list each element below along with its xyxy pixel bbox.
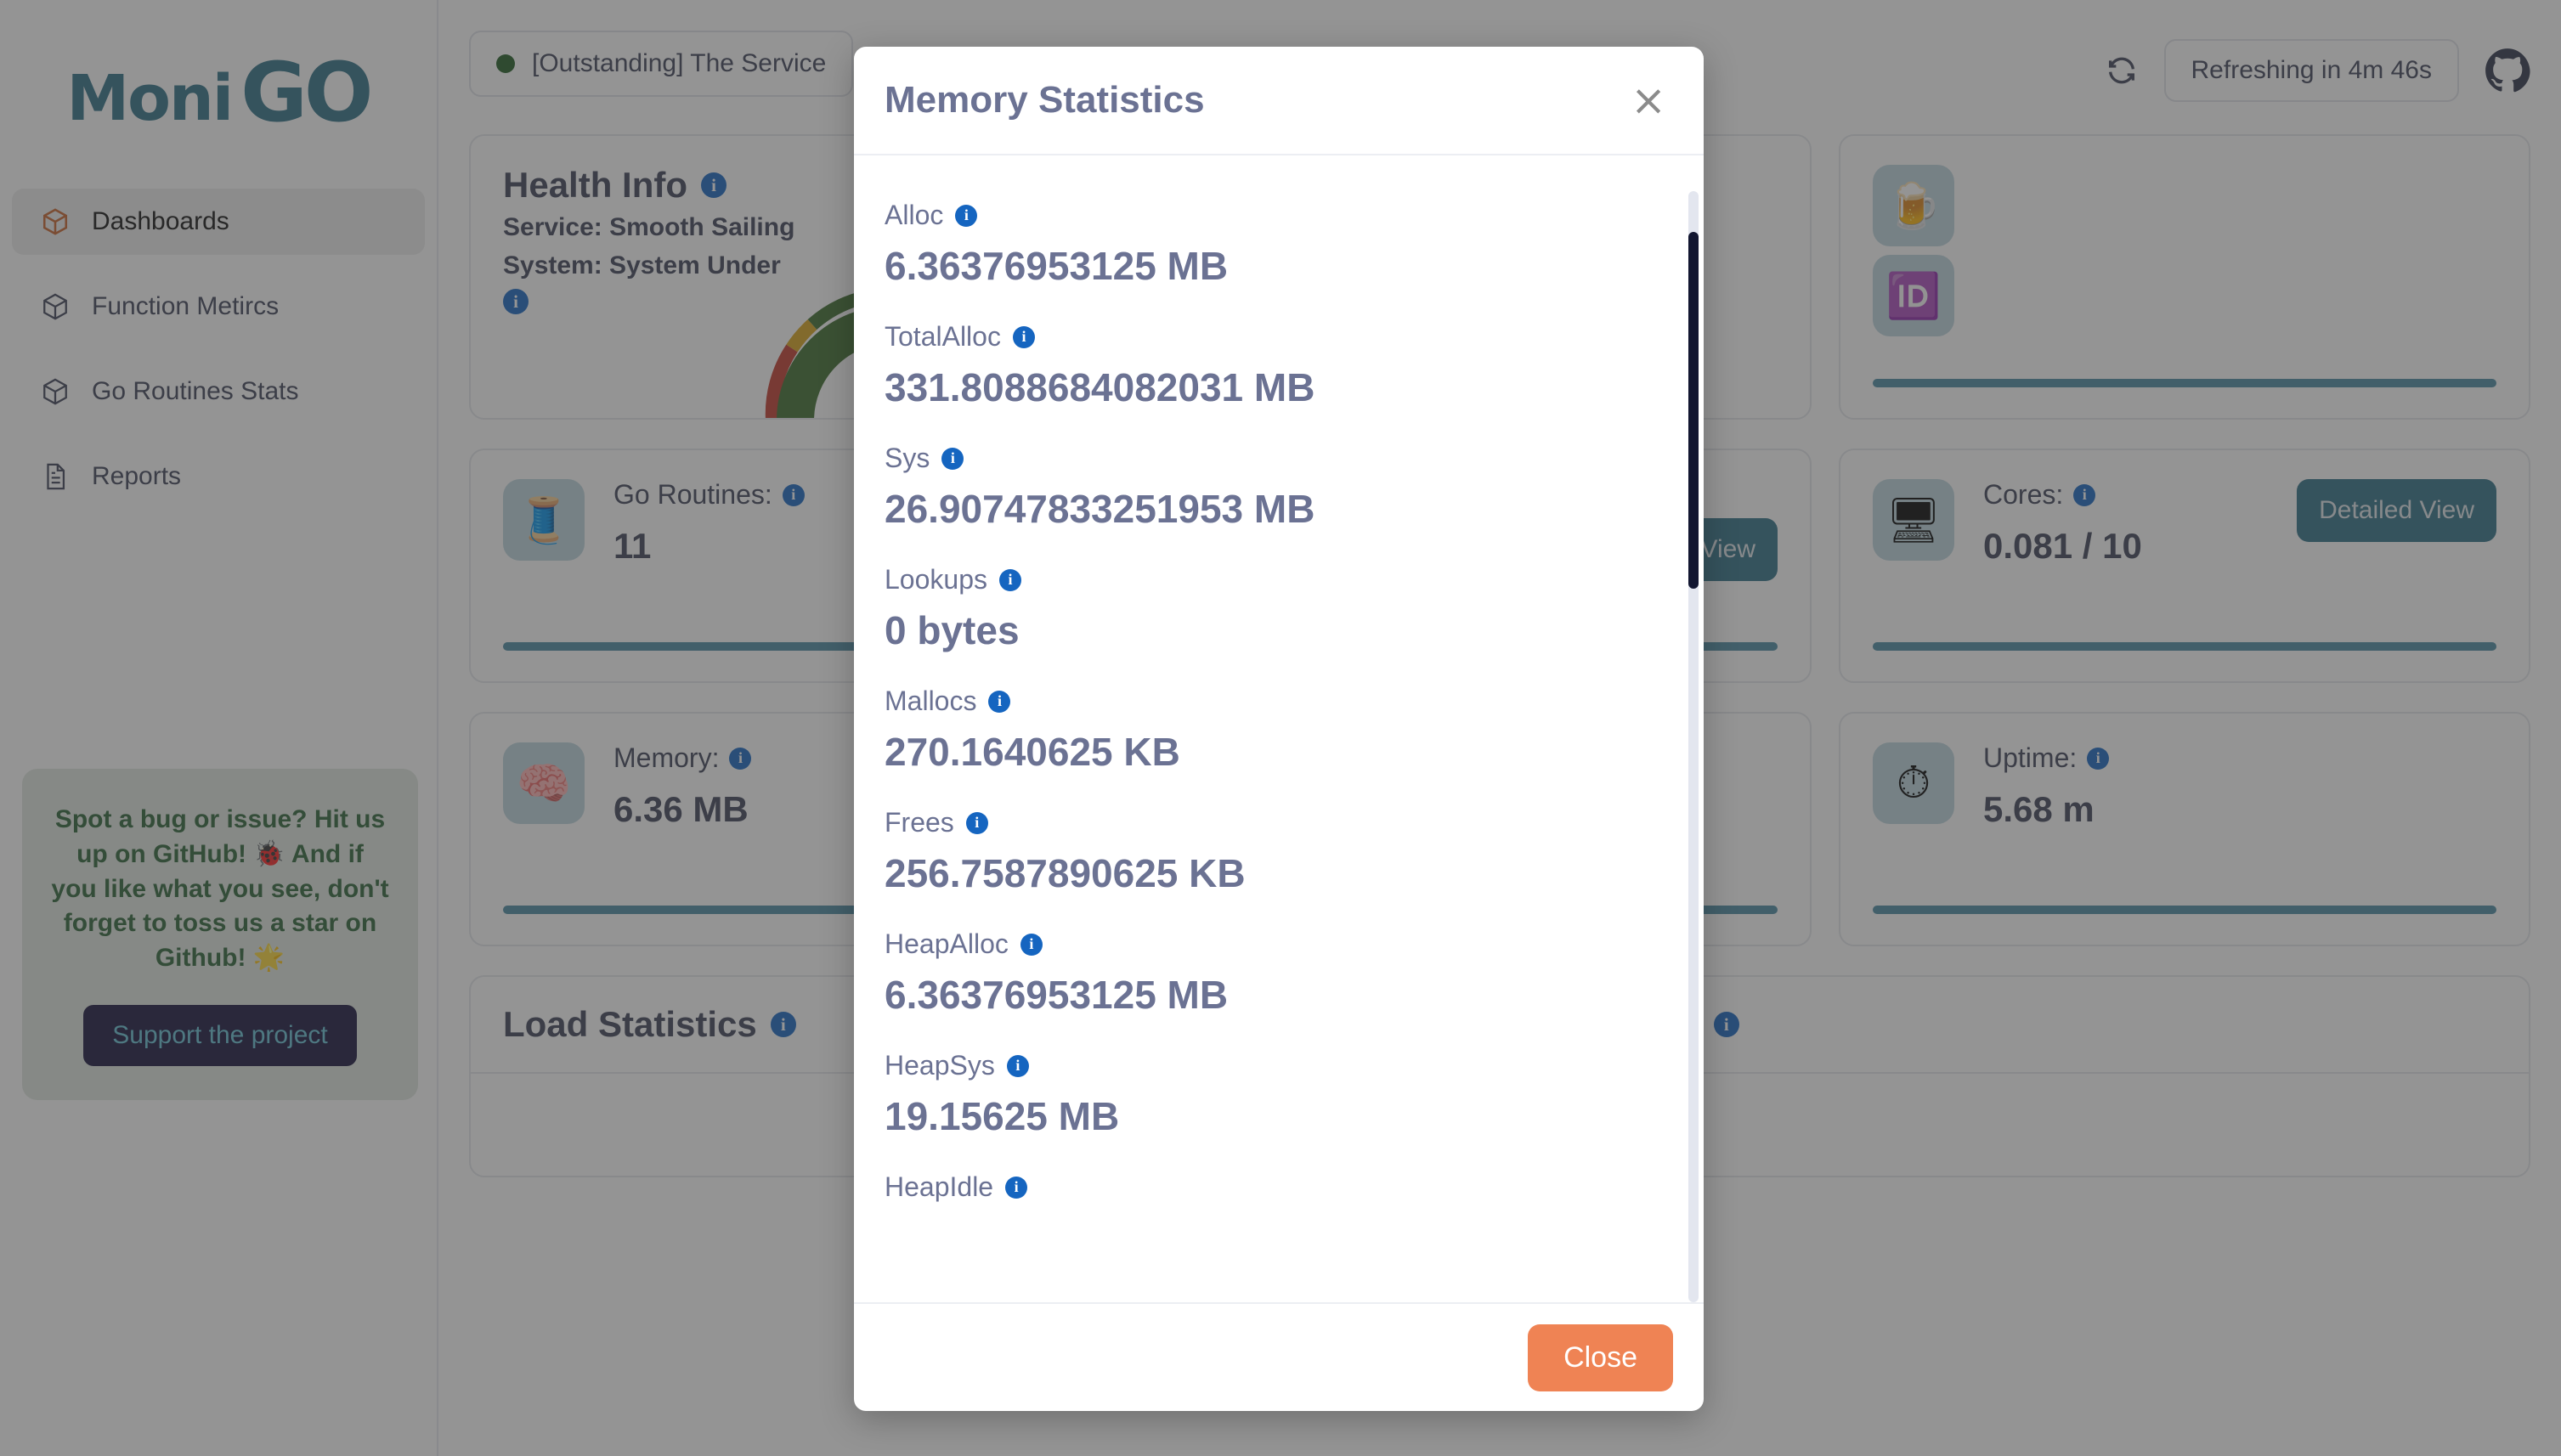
stat-label: HeapAlloc <box>885 928 1009 959</box>
stat-row: Sys i 26.90747833251953 MB <box>885 434 1673 550</box>
stat-value: 0 bytes <box>885 608 1020 652</box>
stat-value: 6.36376953125 MB <box>885 973 1229 1017</box>
stat-label: Frees <box>885 807 954 838</box>
info-icon[interactable]: i <box>965 811 988 834</box>
stat-label-wrap: HeapIdle i <box>885 1163 1673 1211</box>
stat-value: 19.15625 MB <box>885 1094 1120 1138</box>
screen: Moni GO Dashboards Function Metircs <box>0 0 2561 1456</box>
info-icon[interactable]: i <box>1020 933 1043 956</box>
stat-label-wrap: HeapSys i <box>885 1041 1673 1090</box>
info-icon[interactable]: i <box>955 204 978 227</box>
info-icon[interactable]: i <box>1006 1054 1029 1077</box>
stat-row: Alloc i 6.36376953125 MB <box>885 191 1673 308</box>
stat-label-wrap: Frees i <box>885 799 1673 847</box>
stat-value: 256.7587890625 KB <box>885 851 1246 895</box>
modal-header: Memory Statistics × <box>854 47 1704 155</box>
close-button[interactable]: Close <box>1528 1323 1673 1391</box>
info-icon[interactable]: i <box>988 690 1011 713</box>
stat-row: Lookups i 0 bytes <box>885 556 1673 672</box>
modal-scrollbar-thumb[interactable] <box>1688 232 1699 589</box>
stat-label: HeapSys <box>885 1050 995 1081</box>
stat-label: Lookups <box>885 564 987 595</box>
info-icon[interactable]: i <box>1012 325 1035 348</box>
modal-body: Alloc i 6.36376953125 MB TotalAlloc i 33… <box>854 155 1704 1302</box>
info-icon[interactable]: i <box>998 568 1021 591</box>
stat-row: Frees i 256.7587890625 KB <box>885 799 1673 915</box>
stat-row: Mallocs i 270.1640625 KB <box>885 677 1673 793</box>
stat-row: TotalAlloc i 331.8088684082031 MB <box>885 313 1673 429</box>
close-icon[interactable]: × <box>1624 79 1673 121</box>
stat-label-wrap: Lookups i <box>885 556 1673 604</box>
stat-label-wrap: Alloc i <box>885 191 1673 240</box>
modal-title: Memory Statistics <box>885 79 1205 121</box>
stat-row: HeapSys i 19.15625 MB <box>885 1041 1673 1158</box>
modal-footer: Close <box>854 1302 1704 1411</box>
stat-label: Alloc <box>885 200 944 230</box>
stat-row: HeapIdle i <box>885 1163 1673 1211</box>
memory-statistics-modal: Memory Statistics × Alloc i 6.3637695312… <box>854 47 1704 1411</box>
stat-label: HeapIdle <box>885 1171 994 1202</box>
stat-value: 270.1640625 KB <box>885 730 1180 774</box>
info-icon[interactable]: i <box>1005 1176 1028 1199</box>
stat-label: Sys <box>885 443 930 473</box>
stat-value: 331.8088684082031 MB <box>885 365 1315 409</box>
stat-label-wrap: Mallocs i <box>885 677 1673 725</box>
stat-label-wrap: Sys i <box>885 434 1673 483</box>
info-icon[interactable]: i <box>941 447 964 470</box>
stat-label-wrap: TotalAlloc i <box>885 313 1673 361</box>
stat-value: 26.90747833251953 MB <box>885 487 1315 531</box>
stat-label-wrap: HeapAlloc i <box>885 920 1673 968</box>
stat-value: 6.36376953125 MB <box>885 244 1229 288</box>
stat-label: TotalAlloc <box>885 321 1001 352</box>
stat-label: Mallocs <box>885 686 977 716</box>
stat-row: HeapAlloc i 6.36376953125 MB <box>885 920 1673 1036</box>
